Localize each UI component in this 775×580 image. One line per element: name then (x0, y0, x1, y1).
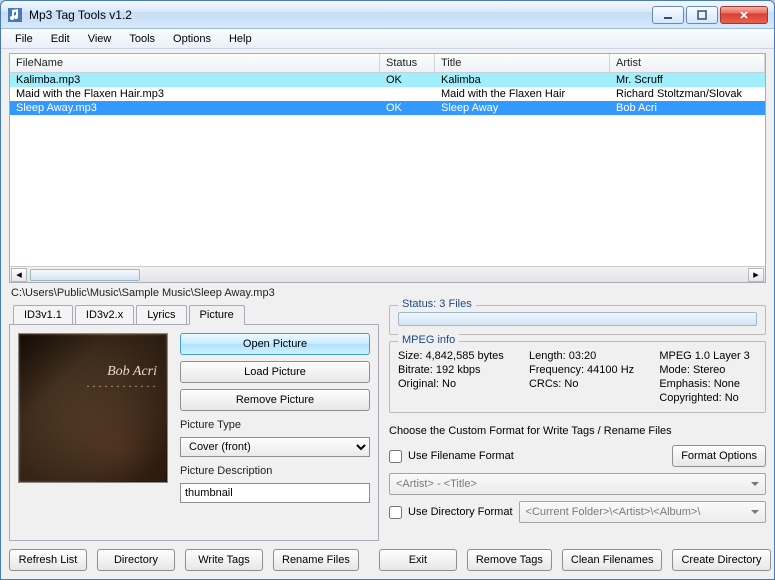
menu-help[interactable]: Help (221, 31, 260, 47)
cell-title: Sleep Away (435, 101, 610, 115)
hscrollbar[interactable]: ◂ ▸ (10, 266, 765, 282)
cell-status: OK (380, 73, 435, 87)
mpeg-size: Size: 4,842,585 bytes (398, 350, 511, 362)
cell-filename: Sleep Away.mp3 (10, 101, 380, 115)
mpeg-copyright: Copyrighted: No (659, 392, 757, 404)
open-picture-button[interactable]: Open Picture (180, 333, 370, 355)
menu-tools[interactable]: Tools (121, 31, 163, 47)
scroll-left-icon[interactable]: ◂ (11, 268, 27, 282)
minimize-button[interactable] (652, 6, 684, 24)
status-progress (398, 312, 757, 326)
custom-format-label: Choose the Custom Format for Write Tags … (389, 425, 766, 437)
picture-type-label: Picture Type (180, 419, 370, 431)
maximize-button[interactable] (686, 6, 718, 24)
tab-id3v11[interactable]: ID3v1.1 (13, 305, 73, 325)
close-button[interactable] (720, 6, 768, 24)
scroll-thumb[interactable] (30, 269, 140, 281)
mpeg-freq: Frequency: 44100 Hz (529, 364, 641, 376)
file-list: FileName Status Title Artist Kalimba.mp3… (9, 53, 766, 283)
rename-files-button[interactable]: Rename Files (273, 549, 359, 571)
format-options-button[interactable]: Format Options (672, 445, 766, 467)
app-window: Mp3 Tag Tools v1.2 File Edit View Tools … (0, 0, 775, 580)
remove-picture-button[interactable]: Remove Picture (180, 389, 370, 411)
menu-file[interactable]: File (7, 31, 41, 47)
bottom-button-row: Refresh List Directory Write Tags Rename… (9, 549, 766, 571)
tab-lyrics[interactable]: Lyrics (136, 305, 186, 325)
write-tags-button[interactable]: Write Tags (185, 549, 263, 571)
mpeg-crcs: CRCs: No (529, 378, 641, 390)
directory-format-combo[interactable]: <Current Folder>\<Artist>\<Album>\ (519, 501, 766, 523)
use-filename-label: Use Filename Format (408, 450, 666, 462)
filename-format-combo[interactable]: <Artist> - <Title> (389, 473, 766, 495)
album-art: Bob Acri ・・・・・・・・・・・・ (18, 333, 168, 483)
cell-title: Kalimba (435, 73, 610, 87)
mpeg-bitrate: Bitrate: 192 kbps (398, 364, 511, 376)
exit-button[interactable]: Exit (379, 549, 457, 571)
cell-filename: Kalimba.mp3 (10, 73, 380, 87)
picture-type-select[interactable]: Cover (front) (180, 437, 370, 457)
mpeg-mode: Mode: Stereo (659, 364, 757, 376)
cell-artist: Mr. Scruff (610, 73, 765, 87)
cell-status (380, 87, 435, 101)
table-row[interactable]: Kalimba.mp3OKKalimbaMr. Scruff (10, 73, 765, 87)
file-list-header: FileName Status Title Artist (10, 54, 765, 73)
album-art-artist: Bob Acri (107, 364, 157, 380)
col-artist[interactable]: Artist (610, 54, 765, 72)
tag-tabs: ID3v1.1 ID3v2.x Lyrics Picture (9, 305, 379, 325)
mpeg-length: Length: 03:20 (529, 350, 641, 362)
mpeg-info-group: MPEG info Size: 4,842,585 bytes Length: … (389, 341, 766, 413)
menu-view[interactable]: View (80, 31, 120, 47)
table-row[interactable]: Maid with the Flaxen Hair.mp3 Maid with t… (10, 87, 765, 101)
titlebar[interactable]: Mp3 Tag Tools v1.2 (1, 1, 774, 29)
col-status[interactable]: Status (380, 54, 435, 72)
table-row[interactable]: Sleep Away.mp3OKSleep AwayBob Acri (10, 101, 765, 115)
refresh-list-button[interactable]: Refresh List (9, 549, 87, 571)
menu-edit[interactable]: Edit (43, 31, 78, 47)
file-list-body[interactable]: Kalimba.mp3OKKalimbaMr. ScruffMaid with … (10, 73, 765, 266)
create-directory-button[interactable]: Create Directory (672, 549, 770, 571)
remove-tags-button[interactable]: Remove Tags (467, 549, 552, 571)
picture-desc-input[interactable] (180, 483, 370, 503)
cell-filename: Maid with the Flaxen Hair.mp3 (10, 87, 380, 101)
cell-status: OK (380, 101, 435, 115)
col-title[interactable]: Title (435, 54, 610, 72)
status-legend: Status: 3 Files (398, 298, 476, 310)
cell-artist: Richard Stoltzman/Slovak (610, 87, 765, 101)
mpeg-original: Original: No (398, 378, 511, 390)
use-directory-label: Use Directory Format (408, 506, 513, 518)
cell-title: Maid with the Flaxen Hair (435, 87, 610, 101)
menu-options[interactable]: Options (165, 31, 219, 47)
mpeg-emphasis: Emphasis: None (659, 378, 757, 390)
directory-button[interactable]: Directory (97, 549, 175, 571)
tab-body-picture: Bob Acri ・・・・・・・・・・・・ Open Picture Load … (9, 324, 379, 541)
menubar: File Edit View Tools Options Help (1, 29, 774, 49)
load-picture-button[interactable]: Load Picture (180, 361, 370, 383)
scroll-right-icon[interactable]: ▸ (748, 268, 764, 282)
cell-artist: Bob Acri (610, 101, 765, 115)
current-path: C:\Users\Public\Music\Sample Music\Sleep… (9, 283, 766, 305)
use-directory-checkbox[interactable] (389, 506, 402, 519)
tab-picture[interactable]: Picture (189, 305, 245, 325)
col-filename[interactable]: FileName (10, 54, 380, 72)
clean-filenames-button[interactable]: Clean Filenames (562, 549, 663, 571)
tab-id3v2x[interactable]: ID3v2.x (75, 305, 134, 325)
mpeg-layer: MPEG 1.0 Layer 3 (659, 350, 757, 362)
window-title: Mp3 Tag Tools v1.2 (29, 8, 652, 22)
app-icon (7, 7, 23, 23)
use-filename-checkbox[interactable] (389, 450, 402, 463)
picture-desc-label: Picture Description (180, 465, 370, 477)
mpeg-legend: MPEG info (398, 334, 459, 346)
status-group: Status: 3 Files (389, 305, 766, 335)
